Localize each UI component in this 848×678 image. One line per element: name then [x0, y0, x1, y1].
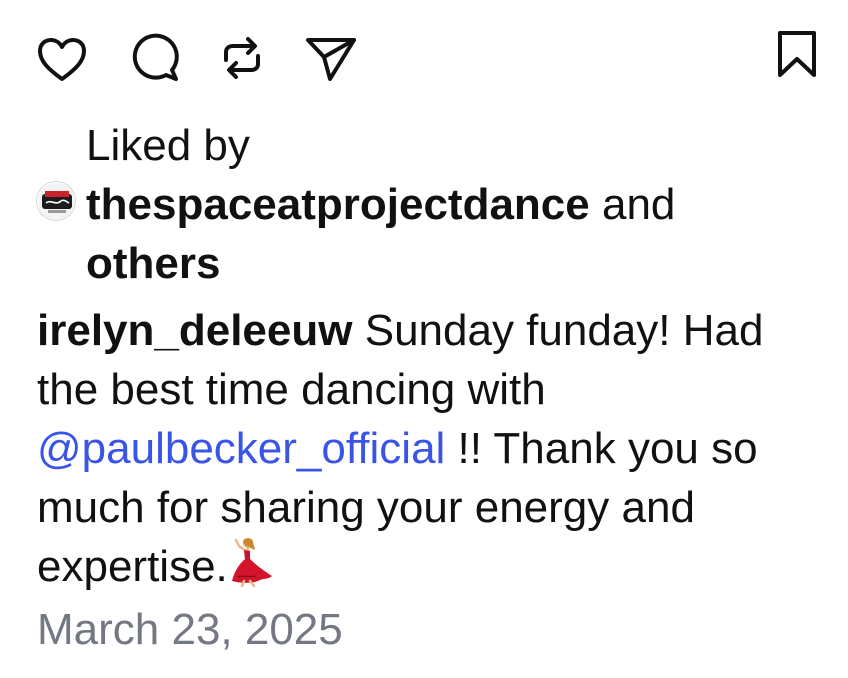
caption-username[interactable]: irelyn_deleeuw [37, 306, 352, 355]
post-action-bar [0, 0, 848, 110]
likes-prefix: Liked by [86, 121, 250, 170]
liker-username[interactable]: thespaceatprojectdance [86, 180, 590, 229]
liker-avatar[interactable] [36, 181, 76, 221]
comment-bubble-icon[interactable] [126, 32, 182, 84]
repost-icon[interactable] [214, 30, 270, 86]
dancing-woman-emoji [228, 537, 274, 588]
heart-icon[interactable] [36, 36, 88, 84]
caption-mention-link[interactable]: @paulbecker_official [37, 424, 445, 473]
likes-summary: Liked by thespaceatprojectdance and othe… [86, 116, 786, 293]
post-caption: irelyn_deleeuw Sunday funday! Had the be… [37, 301, 827, 596]
likes-connector: and [601, 180, 676, 229]
bookmark-icon[interactable] [772, 30, 822, 80]
post-date: March 23, 2025 [37, 605, 343, 654]
likes-others-link[interactable]: others [86, 239, 220, 288]
paper-plane-icon[interactable] [300, 32, 360, 84]
